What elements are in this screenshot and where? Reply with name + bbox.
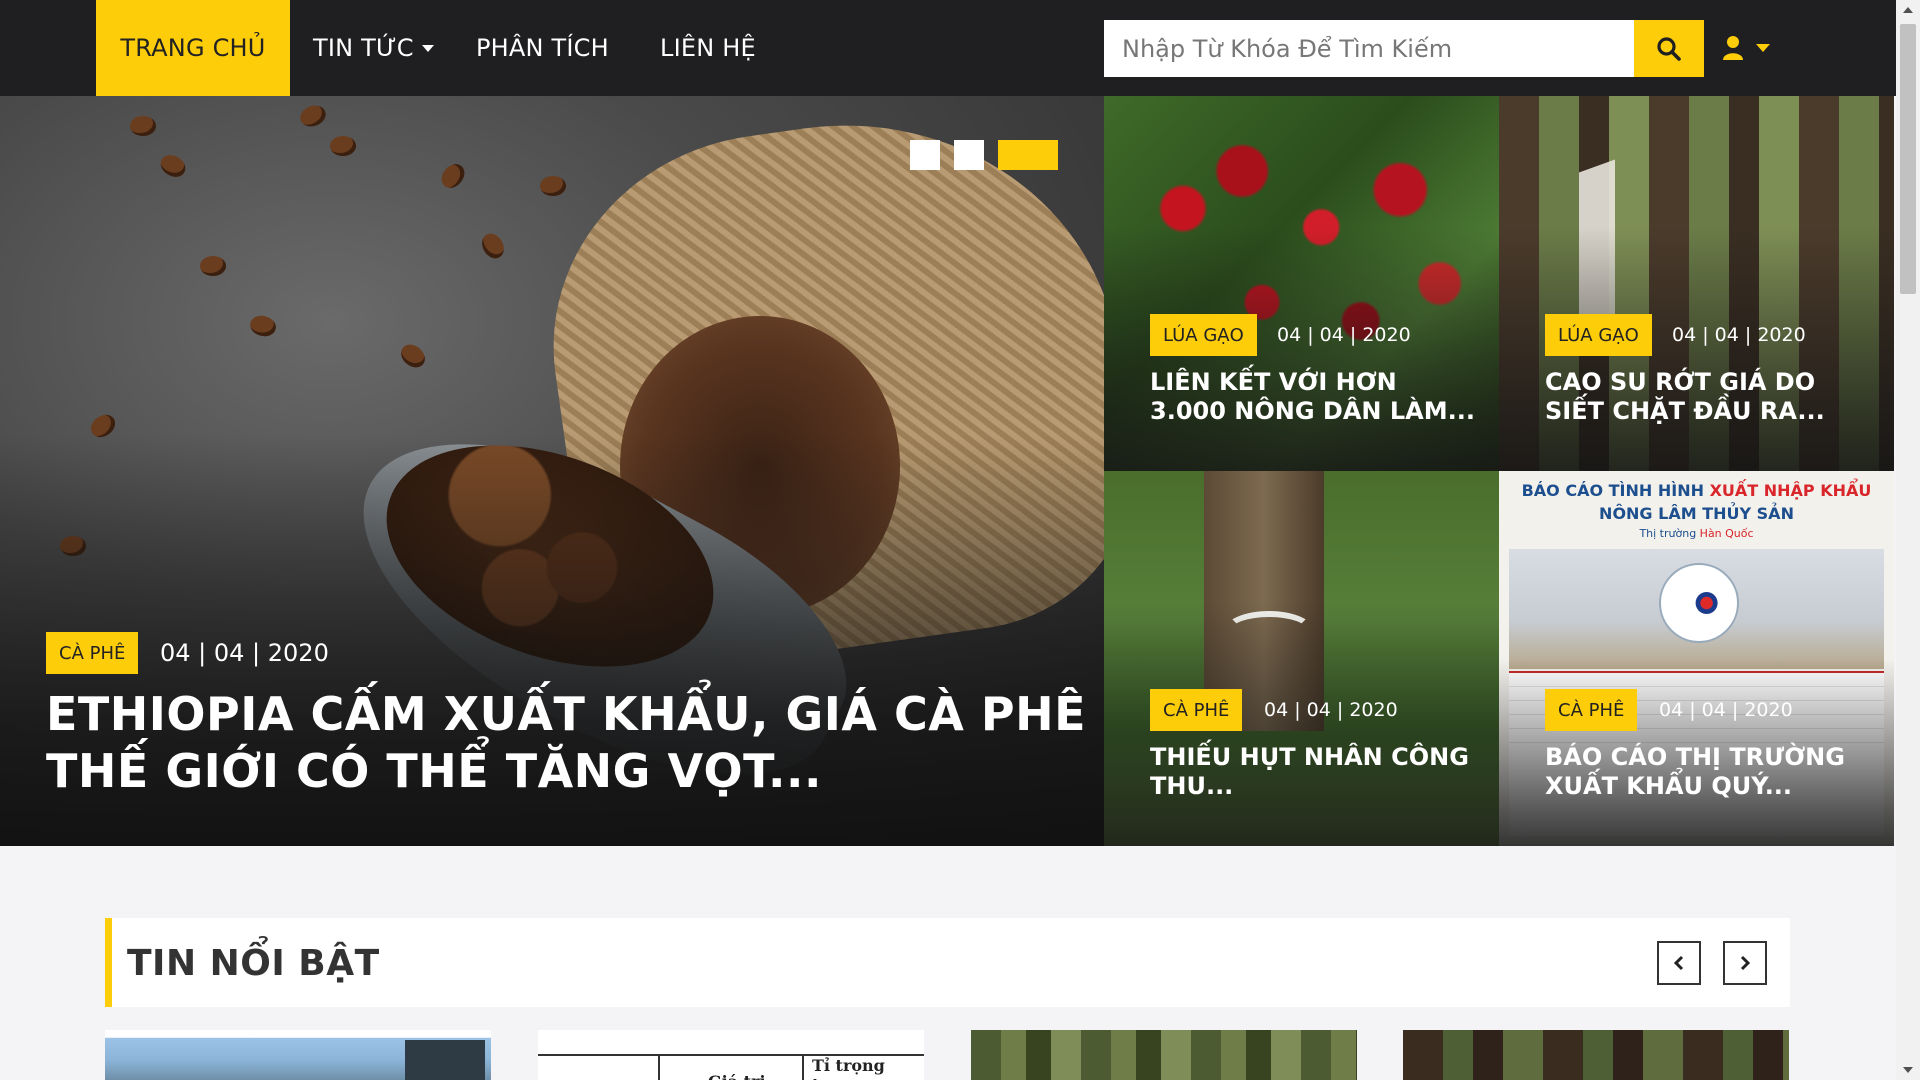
bean-decor: [130, 116, 156, 136]
slider-dot[interactable]: [954, 140, 984, 170]
table-image-label: Tỉ trọng trong: [812, 1056, 885, 1080]
report-image-heading: BÁO CÁO TÌNH HÌNH XUẤT NHẬP KHẨU: [1499, 481, 1894, 500]
nav-item-news[interactable]: TIN TỨC: [313, 0, 434, 96]
report-heading-highlight: XUẤT NHẬP KHẨU: [1709, 481, 1872, 500]
table-image-divider: [802, 1054, 804, 1080]
article-date: 04 | 04 | 2020: [160, 639, 329, 667]
tile-article-title[interactable]: BÁO CÁO THỊ TRƯỜNG XUẤT KHẨU QUÝ...: [1545, 743, 1875, 801]
bean-decor: [436, 159, 470, 193]
bean-decor: [247, 312, 279, 340]
next-button[interactable]: [1723, 941, 1767, 985]
search-button[interactable]: [1634, 20, 1704, 77]
slider-pagination: [910, 140, 1058, 170]
bean-decor: [297, 102, 329, 130]
caret-down-icon: [421, 44, 434, 52]
category-badge[interactable]: LÚA GẠO: [1150, 314, 1257, 356]
tile-article-title[interactable]: LIÊN KẾT VỚI HƠN 3.000 NÔNG DÂN LÀM...: [1150, 368, 1480, 426]
tile-article-title[interactable]: THIẾU HỤT NHÂN CÔNG THU...: [1150, 743, 1480, 801]
chevron-left-icon: [1673, 955, 1684, 971]
featured-thumbnail[interactable]: [1403, 1030, 1789, 1080]
bean-decor: [396, 339, 430, 373]
top-navbar: TRANG CHỦ TIN TỨC PHÂN TÍCH LIÊN HỆ Nhập…: [0, 0, 1896, 96]
table-image-divider: [658, 1054, 660, 1080]
nav-item-news-label: TIN TỨC: [313, 34, 414, 62]
search-input[interactable]: Nhập Từ Khóa Để Tìm Kiếm: [1104, 20, 1634, 77]
nav-item-home[interactable]: TRANG CHỦ: [96, 0, 290, 96]
search-icon: [1657, 36, 1681, 61]
search-placeholder: Nhập Từ Khóa Để Tìm Kiếm: [1122, 34, 1453, 63]
featured-thumbnail[interactable]: Giá trị Tỉ trọng trong: [538, 1030, 924, 1080]
slider-dot[interactable]: [910, 140, 940, 170]
featured-thumbnail[interactable]: [971, 1030, 1357, 1080]
prev-button[interactable]: [1657, 941, 1701, 985]
user-menu-button[interactable]: [1722, 30, 1770, 66]
nav-item-analysis[interactable]: PHÂN TÍCH: [476, 0, 609, 96]
article-date: 04 | 04 | 2020: [1264, 699, 1398, 721]
slider-dot-active[interactable]: [998, 140, 1058, 170]
bean-decor: [330, 136, 356, 156]
bean-decor: [200, 256, 226, 276]
nav-item-analysis-label: PHÂN TÍCH: [476, 34, 609, 62]
category-badge[interactable]: LÚA GẠO: [1545, 314, 1652, 356]
bean-decor: [477, 229, 509, 263]
bean-decor: [156, 150, 190, 182]
nav-item-contact-label: LIÊN HỆ: [660, 34, 756, 62]
article-date: 04 | 04 | 2020: [1277, 324, 1411, 346]
featured-thumbnail[interactable]: [105, 1030, 491, 1080]
news-tile[interactable]: BÁO CÁO TÌNH HÌNH XUẤT NHẬP KHẨU NÔNG LÂ…: [1499, 471, 1894, 846]
report-market-label: Thị trường: [1639, 527, 1700, 540]
user-icon: [1723, 36, 1743, 60]
nav-item-home-label: TRANG CHỦ: [120, 34, 266, 62]
report-market-highlight: Hàn Quốc: [1699, 527, 1754, 540]
chevron-right-icon: [1740, 955, 1751, 971]
article-date: 04 | 04 | 2020: [1659, 699, 1793, 721]
bean-decor: [540, 176, 566, 196]
globe-icon: [1659, 563, 1739, 643]
featured-section-title: TIN NỔI BẬT: [127, 942, 380, 984]
scroll-down-arrow-icon[interactable]: [1903, 1067, 1913, 1073]
caret-down-icon: [1756, 44, 1770, 52]
report-image-market: Thị trường Hàn Quốc: [1499, 527, 1894, 540]
category-badge[interactable]: CÀ PHÊ: [46, 632, 139, 674]
nav-item-contact[interactable]: LIÊN HỆ: [660, 0, 756, 96]
report-image-subheading: NÔNG LÂM THỦY SẢN: [1599, 504, 1794, 523]
page-scrollbar[interactable]: [1896, 0, 1920, 1080]
news-tile[interactable]: LÚA GẠO 04 | 04 | 2020 LIÊN KẾT VỚI HƠN …: [1104, 96, 1499, 471]
category-badge[interactable]: CÀ PHÊ: [1150, 689, 1243, 731]
scrollbar-thumb[interactable]: [1900, 24, 1916, 294]
tile-article-title[interactable]: CAO SU RỚT GIÁ DO SIẾT CHẶT ĐẦU RA...: [1545, 368, 1875, 426]
hero-main-article[interactable]: CÀ PHÊ 04 | 04 | 2020 ETHIOPIA CẤM XUẤT …: [0, 96, 1104, 846]
scroll-up-arrow-icon[interactable]: [1903, 7, 1913, 13]
hero-article-title[interactable]: ETHIOPIA CẤM XUẤT KHẨU, GIÁ CÀ PHÊ THẾ G…: [46, 686, 1086, 800]
port-crane-image: [405, 1040, 485, 1080]
news-tile[interactable]: CÀ PHÊ 04 | 04 | 2020 THIẾU HỤT NHÂN CÔN…: [1104, 471, 1499, 846]
category-badge[interactable]: CÀ PHÊ: [1545, 689, 1638, 731]
report-heading-part: BÁO CÁO TÌNH HÌNH: [1521, 481, 1710, 500]
table-image-label: Giá trị: [708, 1072, 766, 1080]
article-date: 04 | 04 | 2020: [1672, 324, 1806, 346]
news-tile[interactable]: LÚA GẠO 04 | 04 | 2020 CAO SU RỚT GIÁ DO…: [1499, 96, 1894, 471]
